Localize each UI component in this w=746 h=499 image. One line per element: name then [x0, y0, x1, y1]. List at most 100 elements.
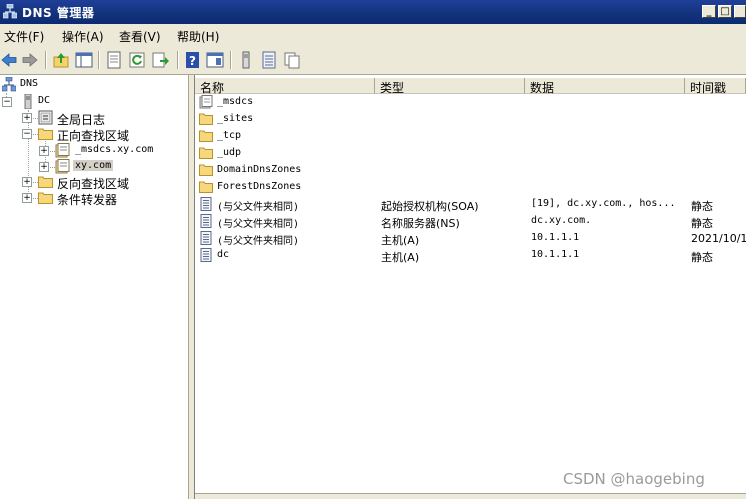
- expand-icon[interactable]: +: [39, 162, 49, 172]
- folder-icon: [38, 128, 53, 140]
- svg-text:?: ?: [189, 54, 196, 68]
- cell-data: 10.1.1.1: [531, 232, 580, 243]
- cell-timestamp: 静态: [691, 217, 713, 230]
- server-icon: [24, 94, 32, 109]
- tree-label: 全局日志: [57, 113, 106, 127]
- forward-arrow-icon[interactable]: [21, 51, 39, 69]
- menu-file[interactable]: 文件(F): [4, 28, 44, 45]
- cell-type: 名称服务器(NS): [381, 217, 460, 230]
- table-row[interactable]: ForestDnsZones: [195, 179, 746, 196]
- cell-name: _tcp: [217, 130, 242, 141]
- toolbar-separator: [45, 51, 47, 69]
- tree-label: _msdcs.xy.com: [75, 144, 154, 155]
- menu-help[interactable]: 帮助(H): [177, 28, 219, 45]
- copy-icon[interactable]: [283, 51, 301, 69]
- cell-timestamp: 静态: [691, 200, 713, 213]
- cell-type: 主机(A): [381, 251, 420, 264]
- horizontal-scrollbar[interactable]: [195, 493, 746, 499]
- show-tree-icon[interactable]: [75, 51, 93, 69]
- table-row[interactable]: _tcp: [195, 128, 746, 145]
- column-header-data[interactable]: 数据: [525, 78, 685, 95]
- folder-icon: [199, 181, 213, 193]
- collapse-icon[interactable]: −: [2, 97, 12, 107]
- menu-view[interactable]: 查看(V): [119, 28, 161, 45]
- table-row[interactable]: _udp: [195, 145, 746, 162]
- cell-name: (与父文件夹相同): [217, 219, 300, 230]
- title-bar: DNS 管理器 _ □: [0, 0, 746, 24]
- back-arrow-icon[interactable]: [0, 51, 18, 69]
- expand-icon[interactable]: +: [22, 193, 32, 203]
- folder-icon: [199, 113, 213, 125]
- zone-icon: [199, 95, 213, 109]
- folder-icon: [199, 130, 213, 142]
- export-icon[interactable]: [151, 51, 169, 69]
- refresh-icon[interactable]: [128, 51, 146, 69]
- column-header-type[interactable]: 类型: [375, 78, 525, 95]
- cell-type: 主机(A): [381, 234, 420, 247]
- table-row[interactable]: dc 主机(A) 10.1.1.1 静态: [195, 247, 746, 264]
- tree-pane[interactable]: DNS − DC + 全局日志 − 正向查找区域 + _msdcs.xy.com…: [0, 75, 189, 499]
- menu-bar: 文件(F) 操作(A) 查看(V) 帮助(H): [0, 24, 746, 47]
- expand-icon[interactable]: +: [22, 177, 32, 187]
- table-row[interactable]: (与父文件夹相同) 主机(A) 10.1.1.1 2021/10/10: [195, 230, 746, 247]
- watermark: CSDN @haogebing: [563, 470, 705, 488]
- record-icon: [200, 197, 212, 211]
- cell-name: DomainDnsZones: [217, 164, 302, 175]
- record-icon: [200, 214, 212, 228]
- list-pane[interactable]: 名称 类型 数据 时间戳 _msdcs _sites _tcp _udp DomainD…: [195, 75, 746, 499]
- cell-name: ForestDnsZones: [217, 181, 302, 192]
- dns-network-icon: [2, 77, 16, 92]
- zone-icon: [55, 159, 70, 174]
- folder-icon: [38, 192, 53, 204]
- folder-icon: [199, 164, 213, 176]
- folder-icon: [38, 176, 53, 188]
- collapse-icon[interactable]: −: [22, 129, 32, 139]
- tree-label: DC: [38, 95, 51, 106]
- menu-action[interactable]: 操作(A): [62, 28, 104, 45]
- toolbar-separator: [98, 51, 100, 69]
- tree-label: xy.com: [73, 160, 114, 171]
- close-button[interactable]: [734, 5, 746, 18]
- table-row[interactable]: _sites: [195, 111, 746, 128]
- window-title: DNS 管理器: [22, 6, 95, 20]
- toolbar-separator: [230, 51, 232, 69]
- dns-app-icon: [3, 4, 17, 19]
- folder-icon: [199, 147, 213, 159]
- zone-icon: [55, 143, 70, 158]
- cell-name: (与父文件夹相同): [217, 236, 300, 247]
- event-log-icon: [38, 110, 53, 125]
- minimize-button[interactable]: _: [702, 5, 716, 18]
- server-icon[interactable]: [237, 51, 255, 69]
- cell-data: dc.xy.com.: [531, 215, 592, 226]
- cell-name: (与父文件夹相同): [217, 202, 300, 213]
- tree-label: 正向查找区域: [57, 129, 130, 143]
- expand-icon[interactable]: +: [39, 146, 49, 156]
- column-header-name[interactable]: 名称: [195, 78, 375, 95]
- table-row[interactable]: _msdcs: [195, 94, 746, 111]
- cell-data: 10.1.1.1: [531, 249, 580, 260]
- table-row[interactable]: (与父文件夹相同) 起始授权机构(SOA) [19], dc.xy.com., ho…: [195, 196, 746, 213]
- cell-name: _udp: [217, 147, 242, 158]
- cell-timestamp: 2021/10/10: [691, 232, 746, 245]
- tree-label: DNS: [20, 78, 39, 89]
- tree-label: 反向查找区域: [57, 177, 130, 191]
- cell-type: 起始授权机构(SOA): [381, 200, 479, 213]
- record-icon: [200, 231, 212, 245]
- cell-data: [19], dc.xy.com., hos...: [531, 198, 676, 209]
- cell-name: dc: [217, 249, 230, 260]
- tree-label: 条件转发器: [57, 193, 118, 207]
- help-icon[interactable]: ?: [184, 51, 202, 69]
- cell-timestamp: 静态: [691, 251, 713, 264]
- toolbar-separator: [177, 51, 179, 69]
- table-row[interactable]: DomainDnsZones: [195, 162, 746, 179]
- expand-icon[interactable]: +: [22, 113, 32, 123]
- properties-icon[interactable]: [105, 51, 123, 69]
- cell-name: _msdcs: [217, 96, 254, 107]
- table-row[interactable]: (与父文件夹相同) 名称服务器(NS) dc.xy.com. 静态: [195, 213, 746, 230]
- list-icon[interactable]: [260, 51, 278, 69]
- record-icon: [200, 248, 212, 262]
- console-icon[interactable]: [206, 51, 224, 69]
- maximize-button[interactable]: □: [718, 5, 732, 18]
- up-folder-icon[interactable]: [52, 51, 70, 69]
- column-header-timestamp[interactable]: 时间戳: [685, 78, 746, 95]
